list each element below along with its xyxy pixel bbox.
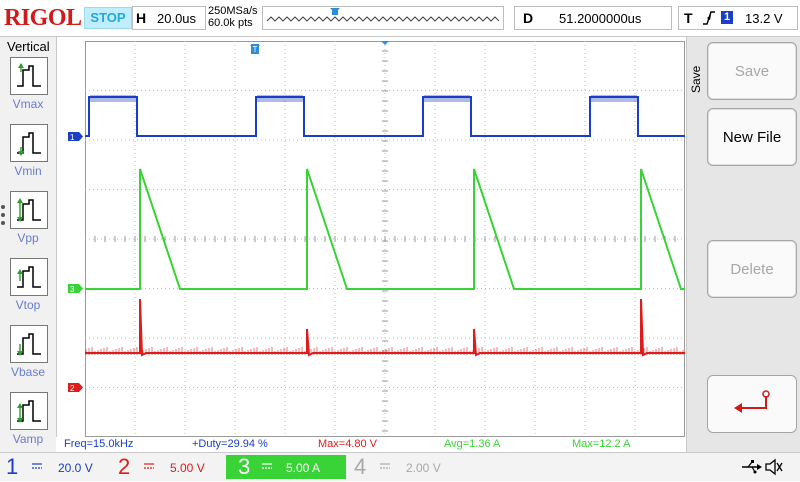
delay-box[interactable]: D 51.2000000us — [514, 6, 672, 30]
dc-coupling-icon — [262, 463, 272, 469]
status-icons — [740, 457, 784, 477]
save-button[interactable]: Save — [707, 42, 797, 100]
dc-coupling-icon — [144, 463, 154, 469]
save-menu: Save Save New File Delete — [686, 37, 800, 452]
acquisition-info: 250MSa/s 60.0k pts — [208, 5, 258, 29]
channel-4-scale: 2.00 V — [406, 461, 441, 475]
channel-1-status[interactable]: 1 20.0 V — [6, 455, 106, 479]
trigger-source-badge: 1 — [721, 11, 733, 24]
run-stop-indicator[interactable]: STOP — [84, 7, 132, 29]
measure-vpp[interactable]: Vpp — [10, 191, 50, 245]
trigger-label: T — [684, 10, 693, 26]
svg-text:1: 1 — [70, 133, 75, 142]
save-button-label: Save — [734, 63, 770, 80]
trigger-box[interactable]: T 1 13.2 V — [678, 6, 798, 30]
ch2-marker[interactable]: 2 — [68, 383, 83, 393]
memory-waveform-icon — [266, 8, 500, 22]
channel-4-status[interactable]: 4 2.00 V — [354, 455, 454, 479]
vmin-icon — [10, 124, 48, 162]
max-ch3-result: Max=12.2 A — [572, 438, 631, 450]
channel-1-number: 1 — [6, 454, 19, 479]
channel-bar: 1 20.0 V 2 5.00 V 3 5.00 A 4 2.00 V — [0, 452, 800, 481]
memory-overview[interactable] — [262, 6, 504, 30]
waveform-display[interactable]: T — [85, 41, 685, 437]
usb-icon — [742, 460, 762, 474]
vamp-label: Vamp — [12, 432, 44, 446]
delay-label: D — [523, 10, 534, 26]
menu-title: Save — [689, 65, 703, 93]
channel-4-number: 4 — [354, 454, 367, 479]
memory-depth: 60.0k pts — [208, 17, 253, 29]
vmax-label: Vmax — [12, 97, 44, 111]
vtop-label: Vtop — [15, 298, 41, 312]
svg-text:3: 3 — [70, 285, 75, 294]
channel-3-scale: 5.00 A — [286, 461, 321, 475]
channel-2-status[interactable]: 2 5.00 V — [118, 455, 218, 479]
vamp-icon — [10, 392, 48, 430]
measure-vamp[interactable]: Vamp — [10, 392, 50, 446]
vbase-icon — [10, 325, 48, 363]
measure-vmin[interactable]: Vmin — [10, 124, 50, 178]
ch3-marker[interactable]: 3 — [68, 284, 83, 294]
rising-edge-icon — [703, 11, 715, 25]
channel-1-scale: 20.0 V — [58, 461, 93, 475]
top-status-bar: RIGOL STOP H 20.0us 250MSa/s 60.0k pts D… — [0, 0, 800, 37]
trigger-level: 13.2 V — [745, 11, 783, 26]
delete-button[interactable]: Delete — [707, 240, 797, 298]
svg-text:2: 2 — [70, 384, 75, 393]
channel-3-status[interactable]: 3 5.00 A — [226, 455, 346, 479]
measure-vtop[interactable]: Vtop — [10, 258, 50, 312]
dc-coupling-icon — [32, 463, 42, 469]
svg-text:T: T — [253, 45, 258, 54]
vmax-icon — [10, 57, 48, 95]
duty-result: +Duty=29.94 % — [192, 438, 268, 450]
channel-3-number: 3 — [238, 454, 251, 479]
measure-vbase[interactable]: Vbase — [10, 325, 50, 379]
timebase-label: H — [136, 10, 147, 26]
rigol-logo: RIGOL — [4, 5, 82, 31]
measure-vmax[interactable]: Vmax — [10, 57, 50, 111]
vmin-label: Vmin — [14, 164, 42, 178]
ch1-marker[interactable]: 1 — [68, 132, 83, 142]
vpp-label: Vpp — [17, 231, 39, 245]
delay-value: 51.2000000us — [559, 11, 642, 26]
vpp-icon — [10, 191, 48, 229]
timebase-value: 20.0us — [157, 11, 197, 26]
avg-ch3-result: Avg=1.36 A — [444, 438, 501, 450]
scroll-indicator[interactable] — [1, 205, 7, 229]
freq-result: Freq=15.0kHz — [64, 438, 134, 450]
speaker-icon — [765, 458, 783, 476]
measurement-results: Freq=15.0kHz +Duty=29.94 % Max=4.80 V Av… — [56, 437, 686, 452]
sample-rate: 250MSa/s — [208, 5, 258, 17]
dc-coupling-icon — [380, 463, 390, 469]
channel-2-scale: 5.00 V — [170, 461, 205, 475]
measure-panel: Vertical Vmax Vmin Vpp Vtop Vbase Vamp — [0, 37, 57, 452]
delete-button-label: Delete — [730, 261, 774, 278]
measure-category-title: Vertical — [7, 39, 50, 54]
channel-markers: 1 3 2 — [68, 132, 83, 393]
new-file-button[interactable]: New File — [707, 108, 797, 166]
return-arrow-icon — [734, 390, 770, 413]
channel-2-number: 2 — [118, 454, 131, 479]
horizontal-timebase[interactable]: H 20.0us — [132, 6, 206, 30]
vtop-icon — [10, 258, 48, 296]
return-button[interactable] — [707, 375, 797, 433]
new-file-button-label: New File — [722, 129, 782, 146]
vbase-label: Vbase — [10, 365, 46, 379]
max-ch2-result: Max=4.80 V — [318, 438, 378, 450]
